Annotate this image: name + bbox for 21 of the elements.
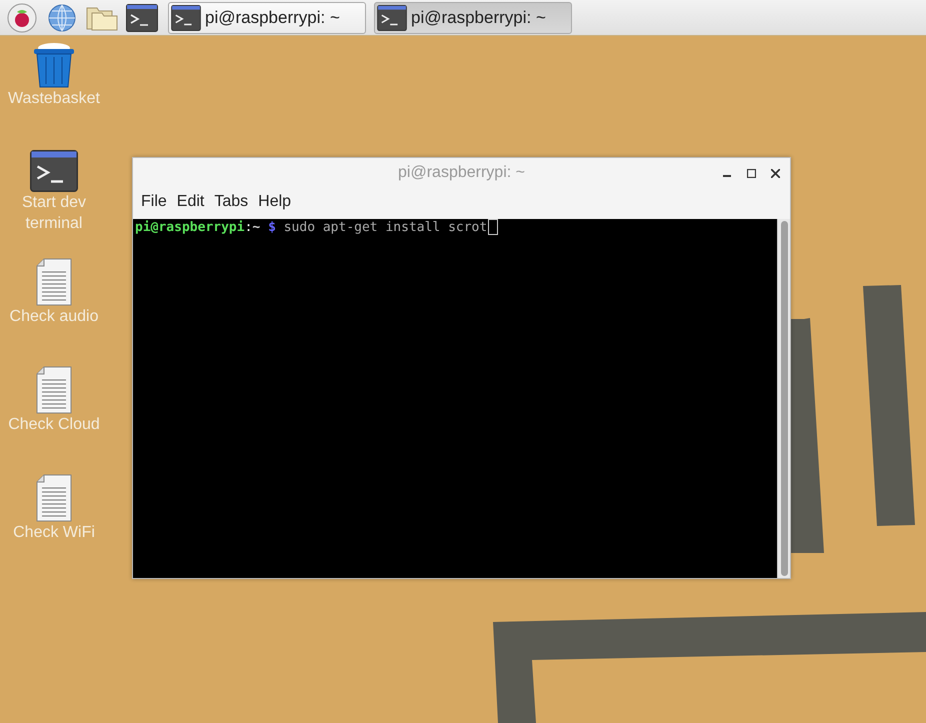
menu-item[interactable]: Tabs [210, 193, 252, 211]
taskbar-window-button[interactable]: pi@raspberrypi: ~ [168, 2, 366, 34]
menu-item[interactable]: Help [254, 193, 296, 211]
terminal-icon [126, 4, 158, 32]
globe-icon [47, 2, 77, 32]
menu-item[interactable]: Edit [172, 193, 208, 211]
maximize-icon [746, 168, 756, 178]
scrollbar[interactable] [777, 219, 790, 578]
document-icon [36, 366, 72, 414]
wastebasket-icon [32, 42, 76, 88]
terminal-line: pi@raspberrypi:~ $ sudo apt-get install scrot [135, 219, 498, 236]
menu-item[interactable]: File [137, 193, 171, 211]
window-title: pi@raspberrypi: ~ [398, 164, 525, 182]
terminal-icon [30, 150, 78, 192]
close-icon [770, 168, 780, 178]
taskbar-window-button[interactable]: pi@raspberrypi: ~ [374, 2, 572, 34]
raspberry-icon [7, 2, 37, 32]
terminal-icon [377, 4, 407, 30]
terminal-icon [171, 4, 201, 30]
document-icon [36, 258, 72, 306]
document-icon [36, 474, 72, 522]
